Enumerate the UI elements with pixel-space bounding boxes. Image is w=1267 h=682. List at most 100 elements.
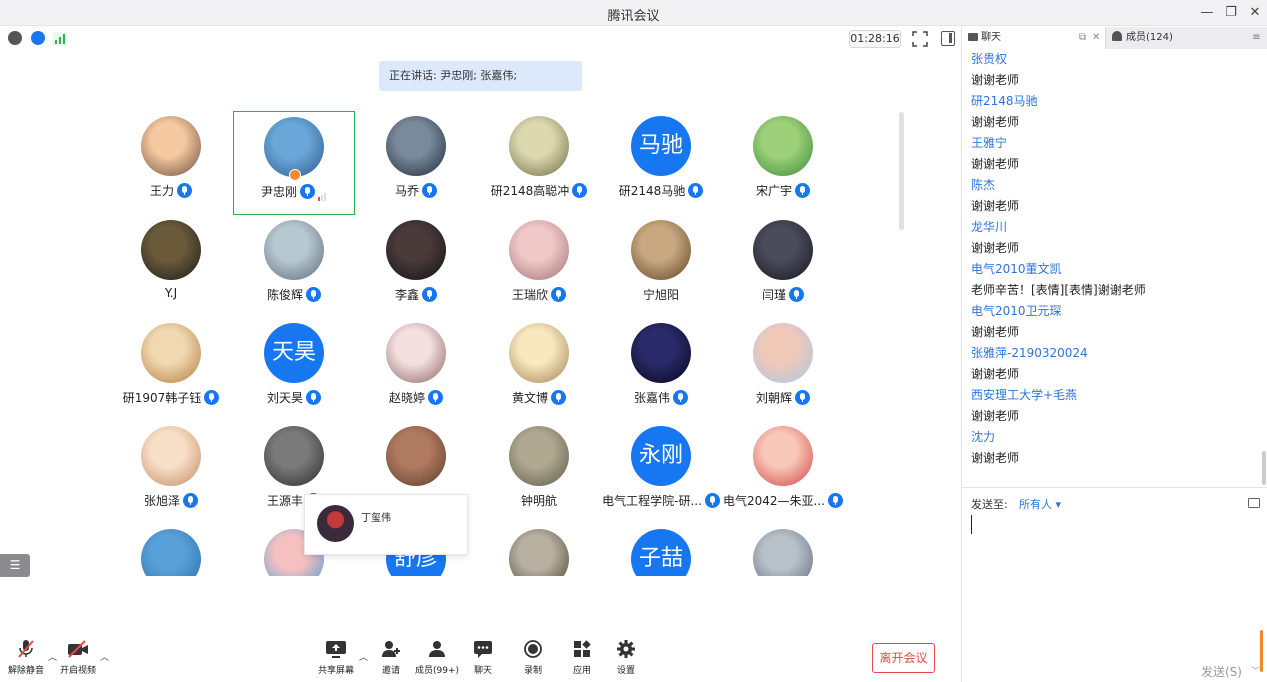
fullscreen-icon[interactable] [912, 31, 928, 47]
mic-icon [789, 287, 804, 302]
participant-tile[interactable]: 钟明航 [478, 421, 600, 525]
participant-tile[interactable]: 研1907韩子钰 [110, 318, 232, 422]
participant-tile[interactable]: 赵晓婷 [355, 318, 477, 422]
mic-icon [428, 390, 443, 405]
chat-sender[interactable]: 沈力 [962, 427, 1262, 448]
participant-name: 尹忠刚 [260, 185, 297, 199]
more-menu-icon[interactable]: ≡ [1245, 27, 1267, 49]
participant-popup[interactable]: 丁玺伟 [304, 494, 468, 555]
participant-name: 王瑞欣 [511, 288, 548, 302]
participant-name-row: 研2148马驰 [600, 182, 722, 199]
participant-tile[interactable] [478, 524, 600, 576]
participant-tile[interactable]: 张旭泽 [110, 421, 232, 525]
start-video-button[interactable]: 开启视频 [52, 639, 104, 676]
participant-tile[interactable]: 闫瑾 [722, 215, 844, 319]
grid-scrollbar[interactable] [899, 112, 904, 230]
participant-name: 王力 [149, 184, 174, 198]
participant-name-row: 刘天昊 [233, 389, 355, 406]
chat-sender[interactable]: 王雅宁 [962, 133, 1262, 154]
participant-tile[interactable]: 宁旭阳 [600, 215, 722, 319]
list-view-icon[interactable]: ☰ [0, 554, 30, 577]
camera-off-icon [67, 639, 89, 659]
close-chat-icon[interactable]: ✕ [1092, 27, 1100, 49]
chat-button[interactable]: 聊天 [457, 639, 509, 676]
share-screen-button[interactable]: 共享屏幕 [310, 639, 362, 676]
minimize-button[interactable]: — [1196, 2, 1218, 24]
chat-input[interactable] [971, 515, 972, 534]
mic-muted-icon [15, 639, 37, 659]
participant-name-row: 张旭泽 [110, 492, 232, 509]
signal-icon[interactable] [53, 31, 67, 50]
participant-tile[interactable]: 电气2042—朱亚... [722, 421, 844, 525]
participant-name-row: 陈俊辉 [233, 286, 355, 303]
mic-icon [704, 493, 720, 508]
avatar [753, 116, 813, 176]
chat-message-text: 谢谢老师 [971, 157, 1020, 171]
mic-icon [572, 183, 588, 198]
send-button[interactable]: 发送(S) [1201, 663, 1242, 680]
participant-tile[interactable]: 王力 [110, 111, 232, 215]
leave-meeting-button[interactable]: 离开会议 [872, 643, 935, 673]
avatar [141, 220, 201, 280]
participant-name-row: 李鑫 [355, 286, 477, 303]
invite-button[interactable]: 邀请 [365, 639, 417, 676]
video-options-caret[interactable]: ︿ [100, 650, 109, 663]
popup-name: 丁玺伟 [361, 513, 391, 524]
participant-tile[interactable]: 王瑞欣 [478, 215, 600, 319]
participant-tile[interactable]: 陈俊辉 [233, 215, 355, 319]
participant-tile[interactable]: 子喆 [600, 524, 722, 576]
chat-message-text: 谢谢老师 [971, 199, 1020, 213]
tab-members[interactable]: 成员(124) [1105, 27, 1245, 49]
avatar [264, 220, 324, 280]
participant-name-row: 尹忠刚 [234, 183, 354, 201]
participant-tile[interactable]: Y.J [110, 215, 232, 319]
tab-chat[interactable]: 聊天 ⧉ ✕ [962, 27, 1105, 49]
chat-sender[interactable]: 电气2010董文凯 [962, 259, 1262, 280]
participant-name-row: 闫瑾 [722, 286, 844, 303]
close-button[interactable]: ✕ [1244, 2, 1266, 24]
chat-sender[interactable]: 研2148马驰 [962, 91, 1262, 112]
unmute-button[interactable]: 解除静音 [0, 639, 52, 676]
avatar [386, 116, 446, 176]
chat-sender[interactable]: 张雅萍-2190320024 [962, 343, 1262, 364]
chat-sender[interactable]: 张贵权 [962, 49, 1262, 70]
chat-sender[interactable]: 西安理工大学+毛燕 [962, 385, 1262, 406]
participant-tile[interactable] [722, 524, 844, 576]
members-button[interactable]: 成员(99+) [411, 639, 463, 676]
participant-tile[interactable]: 宋广宇 [722, 111, 844, 215]
chat-sender[interactable]: 龙华川 [962, 217, 1262, 238]
participant-name: 闫瑾 [761, 288, 786, 302]
chat-sender[interactable]: 陈杰 [962, 175, 1262, 196]
compose-scroll-indicator [1260, 630, 1263, 672]
avatar: 天昊 [264, 323, 324, 383]
participant-tile[interactable]: 马乔 [355, 111, 477, 215]
participant-name: 宋广宇 [755, 184, 792, 198]
chat-message-text: 谢谢老师 [971, 115, 1020, 129]
record-button[interactable]: 录制 [507, 639, 559, 676]
send-options-caret[interactable]: ﹀ [1251, 664, 1260, 677]
shield-icon[interactable] [31, 31, 45, 45]
participant-tile[interactable]: 马驰 研2148马驰 [600, 111, 722, 215]
info-icon[interactable] [8, 31, 22, 45]
participant-tile[interactable]: 刘朝辉 [722, 318, 844, 422]
participant-tile[interactable] [110, 524, 232, 576]
participant-tile[interactable]: 黄文博 [478, 318, 600, 422]
settings-button[interactable]: 设置 [600, 639, 652, 676]
participant-tile[interactable]: 天昊 刘天昊 [233, 318, 355, 422]
participant-name-row: Y.J [110, 286, 232, 300]
chat-sender[interactable]: 电气2010卫元琛 [962, 301, 1262, 322]
image-icon[interactable] [1248, 498, 1260, 508]
avatar [753, 426, 813, 486]
restore-button[interactable]: ❐ [1220, 2, 1242, 24]
participant-tile[interactable]: 永刚 电气工程学院-研... [600, 421, 722, 525]
window-title: 腾讯会议 [607, 9, 660, 24]
chat-message-text: 老师辛苦！[表情][表情]谢谢老师 [971, 283, 1146, 297]
send-to-select[interactable]: 所有人 ▾ [1019, 496, 1061, 512]
chat-scrollbar[interactable] [1261, 49, 1267, 485]
participant-tile[interactable]: 研2148高聪冲 [478, 111, 600, 215]
participant-tile[interactable]: 尹忠刚 [233, 111, 355, 215]
participant-tile[interactable]: 李鑫 [355, 215, 477, 319]
popout-icon[interactable]: ⧉ [1079, 27, 1086, 49]
participant-tile[interactable]: 张嘉伟 [600, 318, 722, 422]
sidebar-toggle-icon[interactable] [941, 31, 955, 46]
